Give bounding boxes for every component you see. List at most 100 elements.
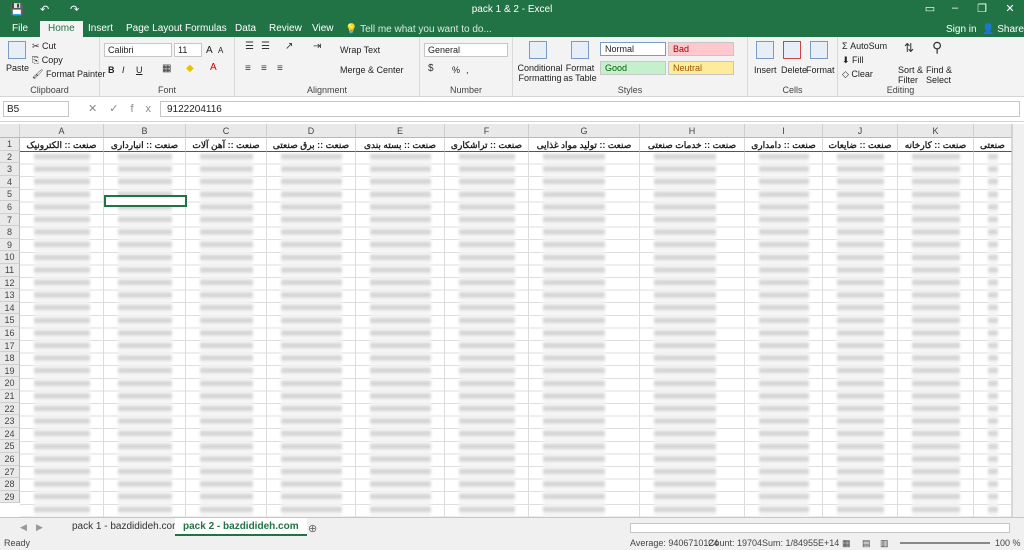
- column-header-a[interactable]: A: [20, 124, 104, 138]
- tab-insert[interactable]: Insert: [88, 23, 113, 34]
- find-select-button[interactable]: Find & Select: [926, 65, 960, 85]
- normal-view-icon[interactable]: ▦: [842, 538, 851, 549]
- delete-cells-button[interactable]: Delete: [781, 65, 807, 75]
- share-button[interactable]: 👤 Share: [982, 24, 1024, 35]
- header-cell[interactable]: صنعت :: الکترونیک: [20, 138, 104, 152]
- column-header-e[interactable]: E: [356, 124, 445, 138]
- minimize-icon[interactable]: –: [945, 2, 965, 14]
- row-header[interactable]: 13: [0, 289, 20, 302]
- header-cell[interactable]: صنعت :: تولید مواد غذایی: [529, 138, 640, 152]
- column-header-more[interactable]: [974, 124, 1012, 138]
- font-color-icon[interactable]: A: [210, 62, 217, 73]
- wrap-text-button[interactable]: Wrap Text: [340, 45, 380, 55]
- merge-center-button[interactable]: Merge & Center: [340, 65, 404, 75]
- italic-button[interactable]: I: [122, 65, 125, 75]
- style-bad[interactable]: Bad: [668, 42, 734, 56]
- column-header-d[interactable]: D: [267, 124, 356, 138]
- maximize-icon[interactable]: ❐: [972, 2, 992, 15]
- header-cell[interactable]: صنعت :: خدمات صنعتی: [640, 138, 745, 152]
- row-header[interactable]: 16: [0, 327, 20, 340]
- formula-input[interactable]: 9122204116: [160, 101, 1020, 117]
- row-header[interactable]: 18: [0, 352, 20, 365]
- vertical-scrollbar[interactable]: [1012, 124, 1024, 517]
- align-right-icon[interactable]: ≡: [277, 63, 283, 74]
- header-cell[interactable]: صنعت :: دامداری: [745, 138, 823, 152]
- row-header[interactable]: 29: [0, 490, 20, 504]
- format-painter-button[interactable]: 🖌 Format Painter: [32, 69, 105, 80]
- header-cell[interactable]: صنعت :: آهن آلات: [186, 138, 267, 152]
- fx-icon[interactable]: fx: [130, 103, 163, 115]
- page-layout-view-icon[interactable]: ▤: [862, 538, 871, 549]
- row-header[interactable]: 10: [0, 251, 20, 264]
- row-header[interactable]: 24: [0, 427, 20, 441]
- column-header-b[interactable]: B: [104, 124, 186, 138]
- percent-button[interactable]: %: [452, 65, 460, 75]
- page-break-view-icon[interactable]: ▥: [880, 538, 889, 549]
- font-size-select[interactable]: 11: [174, 43, 202, 57]
- fill-button[interactable]: ⬇ Fill: [842, 55, 864, 66]
- header-cell[interactable]: صنعت :: تراشکاری: [445, 138, 529, 152]
- header-cell[interactable]: صنعت :: بسته بندی: [356, 138, 445, 152]
- style-neutral[interactable]: Neutral: [668, 61, 734, 75]
- sort-filter-icon[interactable]: ⇅: [904, 41, 914, 55]
- ribbon-display-icon[interactable]: ▭: [920, 2, 940, 15]
- header-cell[interactable]: صنعت :: برق صنعتی: [267, 138, 356, 152]
- tab-review[interactable]: Review: [269, 23, 302, 34]
- add-sheet-icon[interactable]: ⊕: [308, 522, 317, 535]
- row-header[interactable]: 2: [0, 150, 20, 164]
- tell-me-box[interactable]: 💡 Tell me what you want to do...: [345, 24, 492, 35]
- rtl-icon[interactable]: ⇥: [313, 41, 321, 52]
- row-header[interactable]: 20: [0, 377, 20, 390]
- row-header[interactable]: 26: [0, 453, 20, 466]
- row-header[interactable]: 14: [0, 301, 20, 315]
- bold-button[interactable]: B: [108, 65, 115, 75]
- sheet-tab-pack1[interactable]: pack 1 - bazdidideh.com: [64, 518, 188, 536]
- row-header[interactable]: 28: [0, 478, 20, 491]
- header-cell[interactable]: صنعت :: کارخانه: [898, 138, 974, 152]
- insert-cells-icon[interactable]: [756, 41, 774, 59]
- sign-in-link[interactable]: Sign in: [946, 24, 977, 35]
- format-cells-button[interactable]: Format: [806, 65, 835, 75]
- format-as-table-icon[interactable]: [571, 41, 589, 59]
- underline-button[interactable]: U: [136, 65, 143, 75]
- column-header-f[interactable]: F: [445, 124, 529, 138]
- zoom-slider[interactable]: [900, 542, 990, 544]
- row-header[interactable]: 1: [0, 138, 20, 151]
- row-header[interactable]: 11: [0, 264, 20, 277]
- style-good[interactable]: Good: [600, 61, 666, 75]
- zoom-level[interactable]: 100 %: [995, 538, 1021, 548]
- align-left-icon[interactable]: ≡: [245, 63, 251, 74]
- column-header-h[interactable]: H: [640, 124, 745, 138]
- selected-cell-b5[interactable]: [104, 195, 187, 207]
- format-as-table-button[interactable]: Format as Table: [561, 63, 599, 83]
- fill-color-icon[interactable]: ◆: [186, 63, 194, 74]
- spreadsheet-grid[interactable]: ABCDEFGHIJK 1 2 3 4 5 6 7 8 9 10 11 12 13 14 15 16 17 18 1…: [0, 124, 1024, 517]
- conditional-formatting-button[interactable]: Conditional Formatting: [517, 63, 563, 83]
- row-header[interactable]: 19: [0, 364, 20, 378]
- sort-filter-button[interactable]: Sort & Filter: [898, 65, 928, 85]
- row-header[interactable]: 9: [0, 238, 20, 252]
- column-header-j[interactable]: J: [823, 124, 898, 138]
- sheet-tab-pack2[interactable]: pack 2 - bazdidideh.com: [175, 518, 307, 536]
- borders-icon[interactable]: ▦: [162, 63, 171, 74]
- next-sheet-icon[interactable]: ▶: [36, 522, 43, 533]
- row-header[interactable]: 8: [0, 226, 20, 239]
- tab-page-layout[interactable]: Page Layout: [126, 23, 182, 34]
- clear-button[interactable]: ◇ Clear: [842, 69, 873, 80]
- row-header[interactable]: 5: [0, 188, 20, 201]
- style-normal[interactable]: Normal: [600, 42, 666, 56]
- copy-button[interactable]: ⎘ Copy: [32, 55, 63, 66]
- row-header[interactable]: 21: [0, 390, 20, 403]
- autosum-button[interactable]: Σ AutoSum: [842, 41, 887, 51]
- close-icon[interactable]: ✕: [1000, 2, 1020, 15]
- tab-file[interactable]: File: [12, 23, 28, 34]
- horizontal-scrollbar[interactable]: [630, 523, 1010, 533]
- column-header-k[interactable]: K: [898, 124, 974, 138]
- delete-cells-icon[interactable]: [783, 41, 801, 59]
- row-header[interactable]: 17: [0, 339, 20, 353]
- column-header-g[interactable]: G: [529, 124, 640, 138]
- header-cell[interactable]: صنعت :: ضایعات: [823, 138, 898, 152]
- align-middle-icon[interactable]: ☰: [261, 41, 270, 52]
- paste-button[interactable]: Paste: [6, 63, 29, 73]
- orientation-icon[interactable]: ↗: [285, 41, 293, 52]
